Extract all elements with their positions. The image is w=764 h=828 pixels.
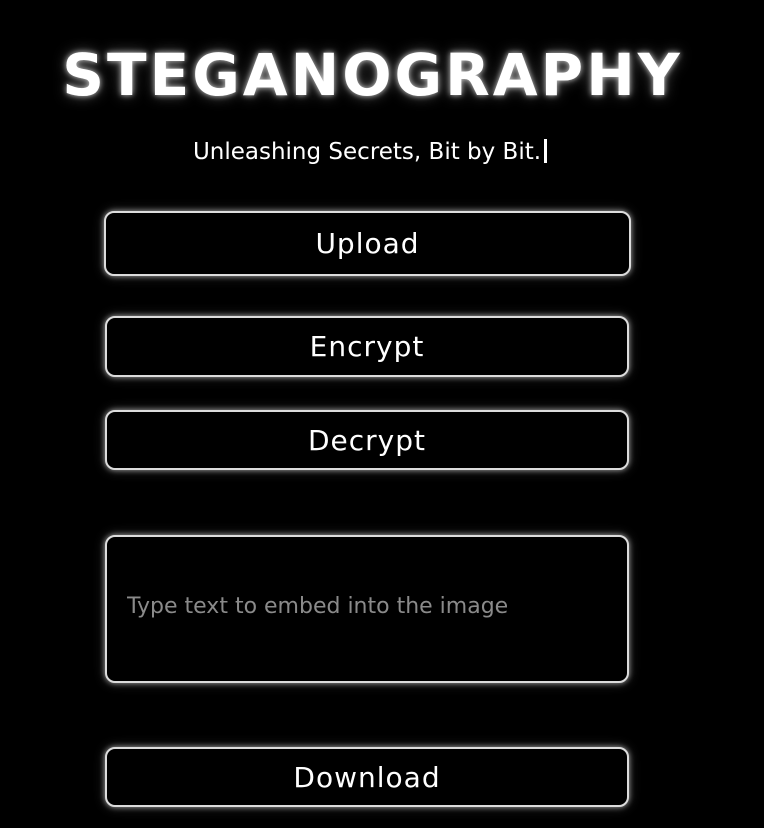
message-input-box	[105, 535, 629, 683]
typing-cursor	[544, 139, 548, 163]
decrypt-button[interactable]: Decrypt	[105, 410, 629, 470]
encrypt-button[interactable]: Encrypt	[105, 316, 629, 377]
upload-button[interactable]: Upload	[104, 211, 631, 276]
download-button[interactable]: Download	[105, 747, 629, 807]
tagline-text: Unleashing Secrets, Bit by Bit.	[192, 139, 542, 165]
steganography-page: STEGANOGRAPHY Unleashing Secrets, Bit by…	[0, 0, 764, 828]
upload-button-label: Upload	[315, 227, 420, 260]
encrypt-button-label: Encrypt	[309, 330, 425, 363]
tagline: Unleashing Secrets, Bit by Bit.	[0, 136, 740, 168]
message-input[interactable]	[127, 589, 627, 629]
page-title: STEGANOGRAPHY	[62, 41, 683, 109]
decrypt-button-label: Decrypt	[307, 423, 426, 457]
download-button-label: Download	[293, 760, 441, 794]
